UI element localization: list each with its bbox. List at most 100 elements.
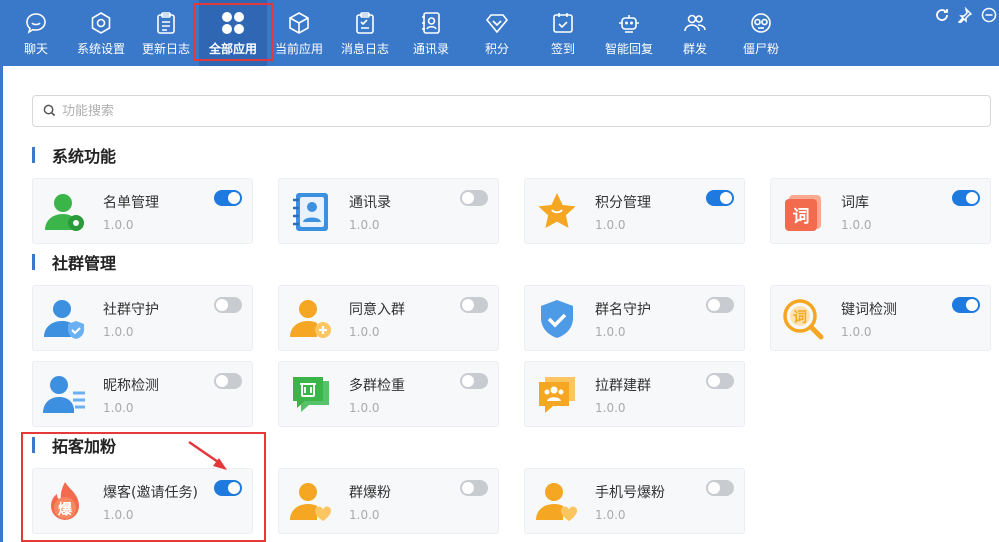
search-input[interactable] — [62, 103, 942, 119]
section-system: 系统功能 — [32, 145, 116, 166]
app-card-phone-fans[interactable]: 手机号爆粉 1.0.0 — [524, 468, 745, 534]
refresh-icon[interactable] — [933, 6, 951, 24]
app-card-list-management[interactable]: 名单管理 1.0.0 — [32, 178, 253, 244]
app-version: 1.0.0 — [595, 218, 626, 232]
section-title: 社群管理 — [52, 254, 117, 273]
app-card-multi-group-dedup[interactable]: 多群检重 1.0.0 — [278, 361, 499, 427]
toolbar-label: 智能回复 — [604, 42, 653, 56]
cube-icon — [286, 10, 312, 36]
app-name: 同意入群 — [349, 302, 405, 318]
app-card-community-guard[interactable]: 社群守护 1.0.0 — [32, 285, 253, 351]
search-icon — [43, 102, 56, 121]
app-version: 1.0.0 — [103, 401, 134, 415]
app-card-word-library[interactable]: 词 词库 1.0.0 — [770, 178, 991, 244]
calendar-check-icon — [550, 10, 576, 36]
toolbar-item-chat[interactable]: 聊天 — [3, 0, 69, 66]
section-community: 社群管理 — [32, 252, 117, 273]
zombie-face-icon — [748, 10, 774, 36]
toolbar-label: 通讯录 — [412, 42, 449, 56]
top-toolbar: 聊天 系统设置 更新日志 全部应用 当前应用 消息日志 通讯录 积分 签到 智能… — [0, 0, 999, 66]
toolbar-label: 群发 — [682, 42, 707, 56]
app-toggle[interactable] — [214, 297, 242, 313]
keyword-search-icon: 词 — [781, 297, 825, 341]
app-version: 1.0.0 — [841, 325, 872, 339]
app-name: 词库 — [841, 195, 869, 211]
pin-icon[interactable] — [956, 6, 974, 24]
app-name: 通讯录 — [349, 195, 391, 211]
app-card-group-name-guard[interactable]: 群名守护 1.0.0 — [524, 285, 745, 351]
toolbar-label: 僵尸粉 — [742, 42, 779, 56]
section-marker — [32, 254, 35, 270]
app-name: 键词检测 — [841, 302, 897, 318]
robot-icon — [616, 10, 642, 36]
app-name: 群爆粉 — [349, 485, 391, 501]
toolbar-item-checkin[interactable]: 签到 — [530, 0, 596, 66]
address-book-icon — [289, 190, 333, 234]
app-name: 多群检重 — [349, 378, 405, 394]
app-name: 拉群建群 — [595, 378, 651, 394]
diamond-icon — [484, 10, 510, 36]
app-toggle[interactable] — [952, 190, 980, 206]
chat-icon — [23, 10, 49, 36]
app-toggle[interactable] — [460, 480, 488, 496]
app-version: 1.0.0 — [595, 508, 626, 522]
toolbar-item-message-log[interactable]: 消息日志 — [332, 0, 398, 66]
app-version: 1.0.0 — [841, 218, 872, 232]
toolbar-item-current-apps[interactable]: 当前应用 — [266, 0, 332, 66]
user-add-icon — [289, 297, 333, 341]
toolbar-item-update-log[interactable]: 更新日志 — [133, 0, 199, 66]
star-icon — [535, 190, 579, 234]
minimize-icon[interactable] — [980, 6, 998, 24]
shield-check-icon — [535, 297, 579, 341]
toolbar-item-points[interactable]: 积分 — [464, 0, 530, 66]
app-toggle[interactable] — [706, 190, 734, 206]
app-name: 群名守护 — [595, 302, 651, 318]
search-box[interactable] — [32, 95, 991, 127]
user-heart-icon — [535, 480, 579, 524]
app-card-nickname-detection[interactable]: 昵称检测 1.0.0 — [32, 361, 253, 427]
toolbar-item-system-settings[interactable]: 系统设置 — [68, 0, 134, 66]
toolbar-label: 聊天 — [23, 42, 48, 56]
contacts-book-icon — [418, 10, 444, 36]
selection-highlight — [193, 3, 273, 61]
app-card-approve-join[interactable]: 同意入群 1.0.0 — [278, 285, 499, 351]
app-toggle[interactable] — [706, 373, 734, 389]
app-toggle[interactable] — [214, 190, 242, 206]
section-marker — [32, 147, 35, 163]
app-toggle[interactable] — [460, 373, 488, 389]
app-toggle[interactable] — [214, 373, 242, 389]
app-toggle[interactable] — [460, 190, 488, 206]
app-version: 1.0.0 — [103, 325, 134, 339]
app-card-points-management[interactable]: 积分管理 1.0.0 — [524, 178, 745, 244]
app-version: 1.0.0 — [103, 218, 134, 232]
app-card-keyword-detection[interactable]: 词 键词检测 1.0.0 — [770, 285, 991, 351]
app-card-pull-build-group[interactable]: 拉群建群 1.0.0 — [524, 361, 745, 427]
hexagon-settings-icon — [88, 10, 114, 36]
left-edge — [0, 66, 3, 542]
user-shield-icon — [43, 297, 87, 341]
app-toggle[interactable] — [706, 297, 734, 313]
app-card-contacts[interactable]: 通讯录 1.0.0 — [278, 178, 499, 244]
app-version: 1.0.0 — [349, 508, 380, 522]
word-library-icon: 词 — [781, 190, 825, 234]
app-version: 1.0.0 — [349, 401, 380, 415]
toolbar-label: 签到 — [550, 42, 575, 56]
svg-text:词: 词 — [793, 207, 810, 227]
annotation-arrow-icon — [188, 440, 227, 470]
toolbar-item-mass-send[interactable]: 群发 — [662, 0, 728, 66]
app-name: 积分管理 — [595, 195, 651, 211]
user-heart-icon — [289, 480, 333, 524]
app-toggle[interactable] — [706, 480, 734, 496]
app-name: 名单管理 — [103, 195, 159, 211]
chat-trash-icon — [289, 373, 333, 417]
toolbar-item-contacts[interactable]: 通讯录 — [398, 0, 464, 66]
app-toggle[interactable] — [952, 297, 980, 313]
app-name: 手机号爆粉 — [595, 485, 665, 501]
app-version: 1.0.0 — [595, 401, 626, 415]
app-toggle[interactable] — [460, 297, 488, 313]
toolbar-item-zombie-fans[interactable]: 僵尸粉 — [728, 0, 794, 66]
user-gear-icon — [43, 190, 87, 234]
app-card-group-fans[interactable]: 群爆粉 1.0.0 — [278, 468, 499, 534]
user-list-icon — [43, 373, 87, 417]
toolbar-item-smart-reply[interactable]: 智能回复 — [596, 0, 662, 66]
